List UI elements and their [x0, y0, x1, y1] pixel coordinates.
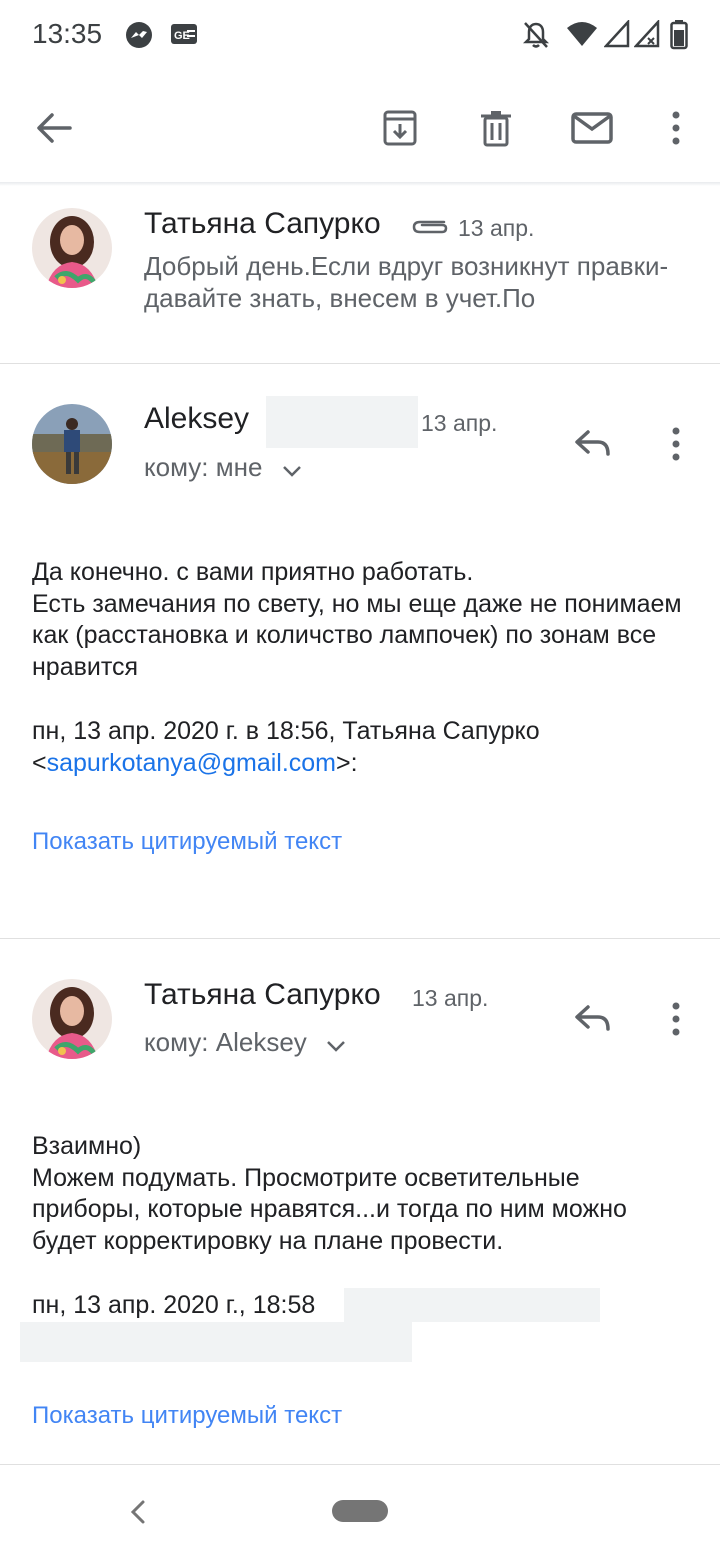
quote-header: пн, 13 апр. 2020 г. в 18:56, Татьяна Сап… [32, 716, 682, 779]
status-time: 13:35 [32, 18, 103, 49]
recipient-line[interactable]: кому: мне [144, 452, 302, 485]
news-icon: GE [170, 20, 198, 53]
quote-header: пн, 13 апр. 2020 г., 18:58 [32, 1291, 316, 1319]
message-body: Да конечно. с вами приятно работать. Ест… [32, 558, 682, 681]
svg-text:4: 4 [586, 37, 592, 48]
message-date: 13 апр. [421, 410, 498, 436]
message-date: 13 апр. [412, 985, 489, 1011]
divider [0, 938, 720, 939]
message-body: Взаимно) Можем подумать. Просмотрите осв… [32, 1132, 627, 1255]
quote-header-prefix: пн, 13 апр. 2020 г. в 18:56, Татьяна Сап… [32, 717, 540, 745]
battery-icon [670, 20, 688, 55]
more-vert-icon[interactable] [652, 104, 700, 152]
nav-home-pill[interactable] [332, 1500, 388, 1522]
email-link[interactable]: sapurkotanya@gmail.com [47, 749, 336, 777]
mark-unread-icon[interactable] [568, 104, 616, 152]
more-vert-icon[interactable] [652, 420, 700, 468]
redacted-surname [266, 396, 418, 448]
message-date: 13 апр. [458, 215, 535, 241]
quote-header-open: < [32, 748, 47, 777]
recipient-label: кому: Aleksey [144, 1027, 307, 1057]
back-arrow-icon[interactable] [30, 104, 78, 152]
divider [0, 1464, 720, 1465]
signal-x-icon [633, 18, 660, 53]
quote-header-close: >: [336, 748, 358, 777]
sender-name: Татьяна Сапурко [144, 978, 381, 1011]
redacted-email [20, 1322, 412, 1362]
reply-icon[interactable] [568, 995, 616, 1043]
avatar[interactable] [32, 208, 112, 288]
divider [0, 363, 720, 364]
more-vert-icon[interactable] [652, 995, 700, 1043]
paperclip-icon [410, 214, 448, 241]
sender-name: Aleksey [144, 402, 250, 435]
signal-icon [603, 18, 630, 53]
wifi-icon: 4 [566, 20, 598, 53]
show-quoted-text-link[interactable]: Показать цитируемый текст [32, 1402, 342, 1430]
recipient-line[interactable]: кому: Aleksey [144, 1027, 346, 1060]
recipient-label: кому: мне [144, 452, 263, 482]
chevron-down-icon[interactable] [282, 454, 302, 485]
delete-icon[interactable] [472, 104, 520, 152]
messenger-icon [124, 20, 154, 55]
avatar[interactable] [32, 979, 112, 1059]
mute-icon [522, 20, 550, 55]
avatar[interactable] [32, 404, 112, 484]
show-quoted-text-link[interactable]: Показать цитируемый текст [32, 828, 342, 856]
message-snippet: Добрый день.Если вдруг возникнут правки-… [144, 251, 669, 313]
redacted-sender [344, 1288, 600, 1322]
chevron-down-icon[interactable] [326, 1029, 346, 1060]
nav-back-icon[interactable] [128, 1498, 148, 1531]
sender-name: Татьяна Сапурко [144, 207, 381, 240]
reply-icon[interactable] [568, 420, 616, 468]
archive-icon[interactable] [376, 104, 424, 152]
